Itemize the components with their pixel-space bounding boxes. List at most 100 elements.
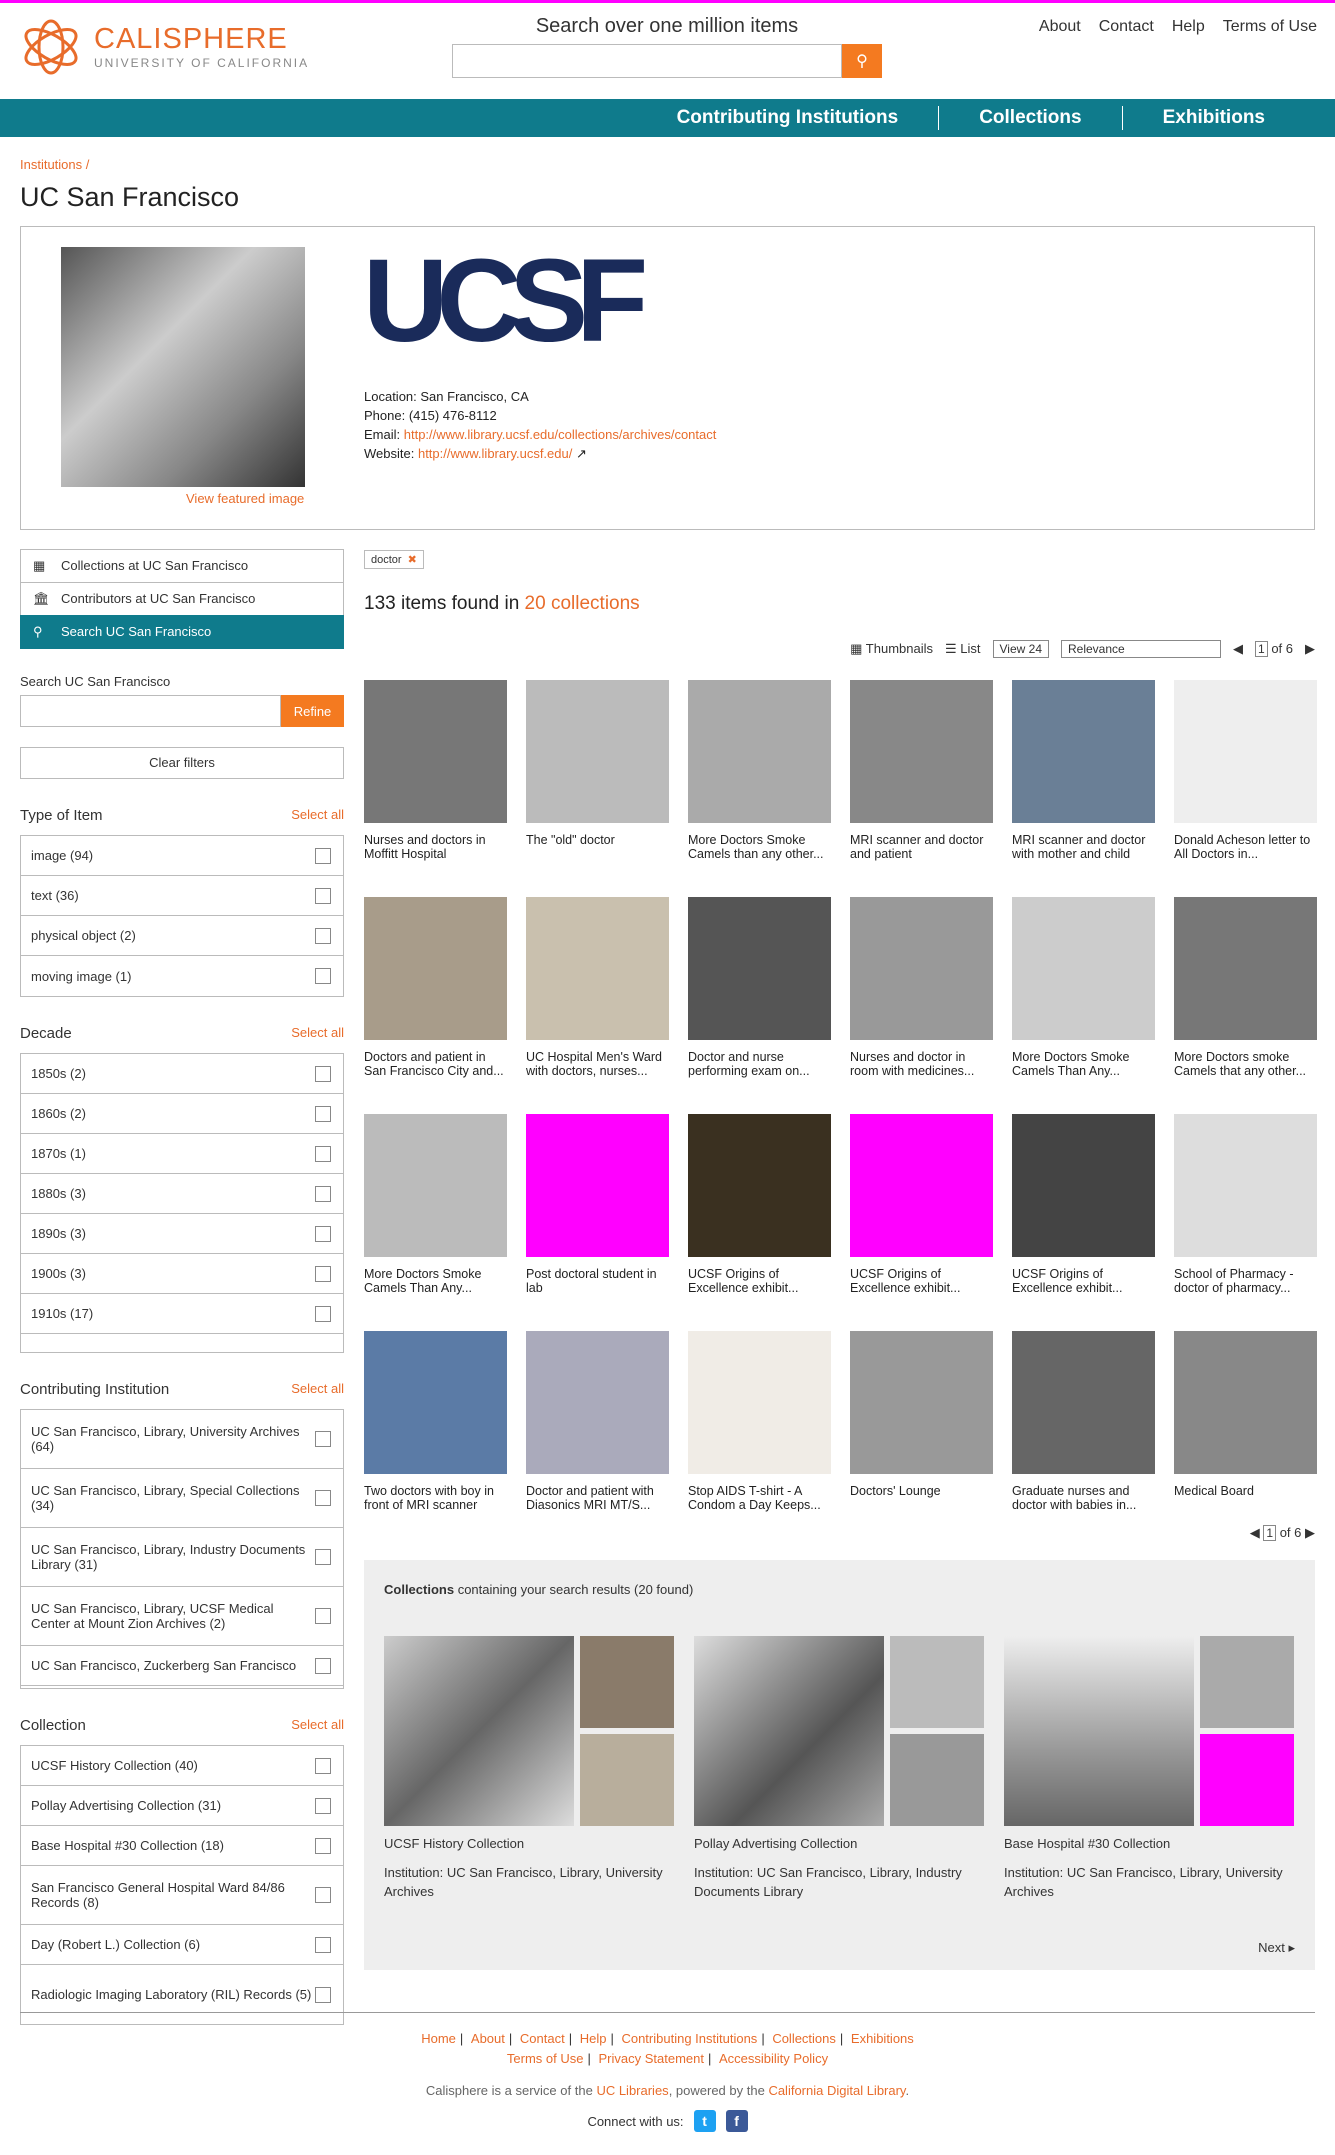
uc-libraries-link[interactable]: UC Libraries <box>596 2083 668 2098</box>
checkbox[interactable] <box>315 1986 331 2003</box>
result-item[interactable]: Doctors and patient in San Francisco Cit… <box>364 897 507 1095</box>
result-caption[interactable]: Doctors' Lounge <box>850 1484 993 1529</box>
prev-page-icon[interactable]: ◀ <box>1233 641 1243 657</box>
top-link-help[interactable]: Help <box>1172 18 1205 36</box>
result-caption[interactable]: Doctor and nurse performing exam on... <box>688 1050 831 1095</box>
view-count-select[interactable]: View 24 <box>992 640 1049 658</box>
breadcrumb-institutions[interactable]: Institutions / <box>20 157 89 172</box>
facet-item[interactable]: text (36) <box>21 876 343 916</box>
next-page-icon[interactable]: ▶ <box>1305 1525 1315 1540</box>
result-thumbnail[interactable] <box>688 680 831 823</box>
result-thumbnail[interactable] <box>1012 1114 1155 1257</box>
result-caption[interactable]: UC Hospital Men's Ward with doctors, nur… <box>526 1050 669 1095</box>
result-caption[interactable]: Two doctors with boy in front of MRI sca… <box>364 1484 507 1529</box>
result-caption[interactable]: More Doctors Smoke Camels Than Any... <box>364 1267 507 1312</box>
top-link-about[interactable]: About <box>1039 18 1081 36</box>
header-search-button[interactable]: ⚲ <box>842 44 882 78</box>
facet-item[interactable]: Day (Robert L.) Collection (6) <box>21 1925 343 1965</box>
result-item[interactable]: More Doctors smoke Camels that any other… <box>1174 897 1317 1095</box>
nav-exhibitions[interactable]: Exhibitions <box>1123 106 1265 130</box>
result-item[interactable]: Stop AIDS T-shirt - A Condom a Day Keeps… <box>688 1331 831 1529</box>
sidenav-contributors[interactable]: 🏛 Contributors at UC San Francisco <box>20 582 344 616</box>
result-thumbnail[interactable] <box>1174 680 1317 823</box>
footer-link[interactable]: Terms of Use <box>507 2051 584 2066</box>
footer-link[interactable]: Contributing Institutions <box>621 2031 757 2046</box>
top-link-terms[interactable]: Terms of Use <box>1223 18 1317 36</box>
nav-collections[interactable]: Collections <box>939 106 1123 130</box>
result-caption[interactable]: MRI scanner and doctor and patient <box>850 833 993 878</box>
result-thumbnail[interactable] <box>1012 1331 1155 1474</box>
checkbox[interactable] <box>315 1305 331 1322</box>
facet-item[interactable]: 1870s (1) <box>21 1134 343 1174</box>
facet-item[interactable]: UC San Francisco, Library, UCSF Medical … <box>21 1587 343 1646</box>
prev-page-icon[interactable]: ◀ <box>1250 1525 1260 1540</box>
thumbnails-toggle[interactable]: ▦ Thumbnails <box>850 641 933 657</box>
twitter-icon[interactable]: t <box>693 2110 716 2132</box>
checkbox[interactable] <box>315 1797 331 1814</box>
facebook-icon[interactable]: f <box>725 2110 748 2132</box>
view-featured-image-link[interactable]: View featured image <box>186 491 304 506</box>
result-thumbnail[interactable] <box>850 1331 993 1474</box>
result-caption[interactable]: More Doctors Smoke Camels Than Any... <box>1012 1050 1155 1095</box>
result-caption[interactable]: School of Pharmacy - doctor of pharmacy.… <box>1174 1267 1317 1312</box>
result-item[interactable]: Nurses and doctor in room with medicines… <box>850 897 993 1095</box>
top-link-contact[interactable]: Contact <box>1099 18 1154 36</box>
facet-item[interactable]: 1910s (17) <box>21 1294 343 1334</box>
result-caption[interactable]: More Doctors Smoke Camels than any other… <box>688 833 831 878</box>
facet-item[interactable]: 1880s (3) <box>21 1174 343 1214</box>
result-thumbnail[interactable] <box>688 897 831 1040</box>
footer-link[interactable]: Privacy Statement <box>598 2051 704 2066</box>
result-caption[interactable]: Nurses and doctor in room with medicines… <box>850 1050 993 1095</box>
sidenav-search[interactable]: ⚲ Search UC San Francisco <box>20 615 344 649</box>
checkbox[interactable] <box>315 1265 331 1282</box>
checkbox[interactable] <box>315 1431 331 1447</box>
select-all-link[interactable]: Select all <box>291 807 344 829</box>
result-caption[interactable]: Doctor and patient with Diasonics MRI MT… <box>526 1484 669 1529</box>
result-item[interactable]: More Doctors Smoke Camels Than Any... <box>364 1114 507 1312</box>
site-logo[interactable]: CALISPHERE UNIVERSITY OF CALIFORNIA <box>20 18 309 76</box>
checkbox[interactable] <box>315 1490 331 1506</box>
result-thumbnail[interactable] <box>364 680 507 823</box>
collections-link[interactable]: 20 collections <box>525 593 640 614</box>
facet-item[interactable]: Base Hospital #30 Collection (18) <box>21 1826 343 1866</box>
result-item[interactable]: MRI scanner and doctor with mother and c… <box>1012 680 1155 878</box>
footer-link[interactable]: Accessibility Policy <box>719 2051 828 2066</box>
result-item[interactable]: UCSF Origins of Excellence exhibit... <box>688 1114 831 1312</box>
side-search-input[interactable] <box>20 695 281 727</box>
footer-link[interactable]: Contact <box>520 2031 565 2046</box>
featured-image[interactable] <box>61 247 305 487</box>
checkbox[interactable] <box>315 968 331 984</box>
next-page-icon[interactable]: ▶ <box>1305 641 1315 657</box>
result-item[interactable]: Medical Board <box>1174 1331 1317 1529</box>
footer-link[interactable]: Exhibitions <box>851 2031 914 2046</box>
checkbox[interactable] <box>315 1936 331 1953</box>
result-item[interactable]: The "old" doctor <box>526 680 669 878</box>
collection-card[interactable]: UCSF History Collection Institution: UC … <box>384 1636 674 1901</box>
facet-item[interactable]: moving image (1) <box>21 956 343 996</box>
result-item[interactable]: More Doctors Smoke Camels than any other… <box>688 680 831 878</box>
result-caption[interactable]: The "old" doctor <box>526 833 669 878</box>
facet-item[interactable]: 1900s (3) <box>21 1254 343 1294</box>
result-caption[interactable]: MRI scanner and doctor with mother and c… <box>1012 833 1155 878</box>
checkbox[interactable] <box>315 847 331 864</box>
facet-item[interactable]: 1850s (2) <box>21 1054 343 1094</box>
result-item[interactable]: Graduate nurses and doctor with babies i… <box>1012 1331 1155 1529</box>
facet-item[interactable]: UCSF History Collection (40) <box>21 1746 343 1786</box>
website-link[interactable]: http://www.library.ucsf.edu/ <box>418 446 572 461</box>
result-caption[interactable]: Doctors and patient in San Francisco Cit… <box>364 1050 507 1095</box>
result-item[interactable]: MRI scanner and doctor and patient <box>850 680 993 878</box>
result-caption[interactable]: More Doctors smoke Camels that any other… <box>1174 1050 1317 1095</box>
query-chip[interactable]: doctor ✖ <box>364 550 424 569</box>
checkbox[interactable] <box>315 1549 331 1565</box>
result-caption[interactable]: UCSF Origins of Excellence exhibit... <box>688 1267 831 1312</box>
result-thumbnail[interactable] <box>688 1114 831 1257</box>
facet-item[interactable]: UC San Francisco, Zuckerberg San Francis… <box>21 1646 343 1686</box>
result-caption[interactable]: Post doctoral student in lab <box>526 1267 669 1312</box>
result-thumbnail[interactable] <box>1012 680 1155 823</box>
result-item[interactable]: Donald Acheson letter to All Doctors in.… <box>1174 680 1317 878</box>
page-input[interactable]: 1 <box>1263 1525 1277 1541</box>
result-item[interactable]: UCSF Origins of Excellence exhibit... <box>850 1114 993 1312</box>
result-item[interactable]: Doctor and nurse performing exam on... <box>688 897 831 1095</box>
result-thumbnail[interactable] <box>850 680 993 823</box>
checkbox[interactable] <box>315 1185 331 1202</box>
